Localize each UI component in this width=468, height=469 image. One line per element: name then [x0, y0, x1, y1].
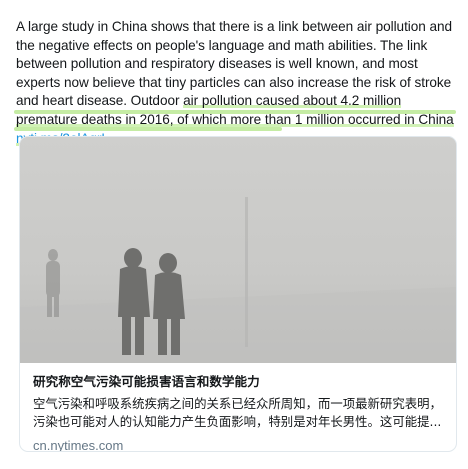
card-domain: cn.nytimes.com	[33, 438, 124, 452]
highlight-underline-1	[14, 110, 456, 114]
foggy-street-pedestrians-image[interactable]	[20, 137, 456, 363]
card-title[interactable]: 研究称空气污染可能损害语言和数学能力	[33, 373, 446, 391]
link-preview-card[interactable]: 研究称空气污染可能损害语言和数学能力 空气污染和呼吸系统疾病之间的关系已经众所周…	[19, 136, 457, 452]
card-description: 空气污染和呼吸系统疾病之间的关系已经众所周知，而一项最新研究表明，污染也可能对人…	[33, 396, 442, 429]
card-body: 研究称空气污染可能损害语言和数学能力 空气污染和呼吸系统疾病之间的关系已经众所周…	[33, 365, 446, 452]
highlight-underline-2	[14, 127, 282, 131]
